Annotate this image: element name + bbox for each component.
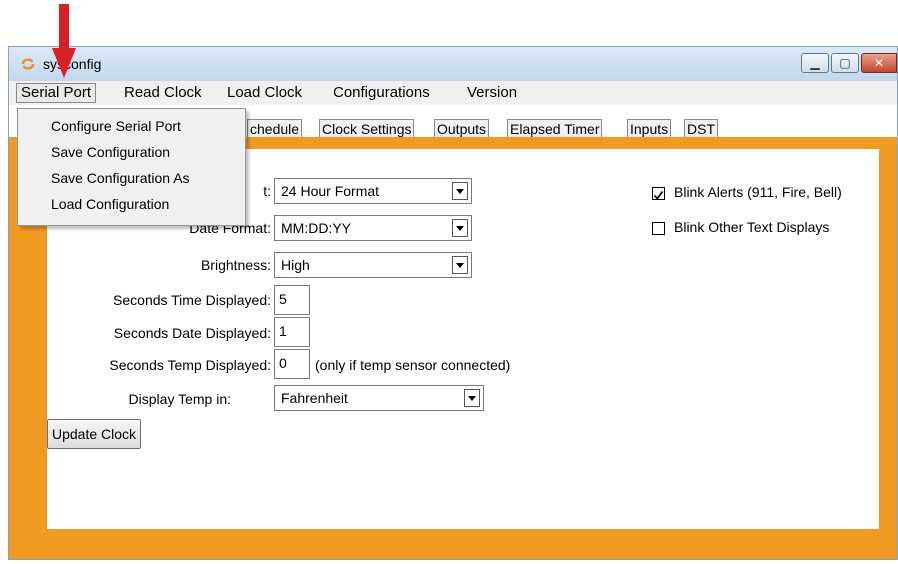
brightness-value: High — [281, 257, 310, 273]
tab-schedule[interactable]: chedule — [247, 119, 303, 138]
minimize-button[interactable]: ▁ — [801, 53, 829, 73]
app-logo-icon — [21, 58, 35, 70]
chevron-down-icon[interactable] — [452, 219, 468, 237]
checkmark-icon — [653, 190, 664, 200]
tab-inputs[interactable]: Inputs — [627, 119, 672, 138]
menu-load-clock[interactable]: Load Clock — [223, 84, 306, 102]
menu-configurations[interactable]: Configurations — [329, 84, 434, 102]
seconds-temp-value: 0 — [279, 355, 287, 371]
menu-bar: Serial Port Read Clock Load Clock Config… — [9, 81, 897, 106]
update-clock-button[interactable]: Update Clock — [47, 419, 142, 449]
menu-serial-port[interactable]: Serial Port — [16, 83, 97, 103]
menu-item-save-configuration-as[interactable]: Save Configuration As — [51, 170, 190, 186]
time-format-value: 24 Hour Format — [281, 183, 380, 199]
tab-outputs[interactable]: Outputs — [434, 119, 490, 138]
date-format-select[interactable]: MM:DD:YY — [274, 215, 472, 241]
date-format-value: MM:DD:YY — [281, 220, 351, 236]
title-bar[interactable]: sysconfig ▁ ▢ ✕ — [9, 47, 897, 81]
chevron-down-icon[interactable] — [464, 389, 480, 407]
blink-other-text-checkbox[interactable] — [652, 222, 665, 235]
blink-other-text-label: Blink Other Text Displays — [674, 219, 830, 235]
tab-elapsed-timer[interactable]: Elapsed Timer — [507, 119, 603, 138]
serial-port-menu: Configure Serial Port Save Configuration… — [17, 108, 246, 226]
maximize-icon: ▢ — [839, 56, 851, 70]
tab-dst[interactable]: DST — [684, 119, 718, 138]
close-icon: ✕ — [873, 56, 885, 70]
menu-item-configure-serial-port[interactable]: Configure Serial Port — [51, 118, 181, 134]
tab-clock-settings[interactable]: Clock Settings — [319, 119, 415, 138]
chevron-down-icon[interactable] — [452, 256, 468, 274]
menu-item-save-configuration[interactable]: Save Configuration — [51, 144, 170, 160]
blink-alerts-checkbox[interactable] — [652, 187, 665, 200]
time-format-select[interactable]: 24 Hour Format — [274, 178, 472, 204]
time-format-label: t: — [263, 183, 271, 199]
maximize-button[interactable]: ▢ — [831, 53, 859, 73]
seconds-date-label: Seconds Date Displayed: — [113, 325, 271, 341]
seconds-time-label: Seconds Time Displayed: — [113, 292, 271, 308]
close-button[interactable]: ✕ — [861, 53, 897, 73]
seconds-date-input[interactable]: 1 — [274, 317, 310, 347]
temp-sensor-hint: (only if temp sensor connected) — [315, 357, 511, 373]
seconds-time-input[interactable]: 5 — [274, 285, 310, 315]
seconds-temp-label: Seconds Temp Displayed: — [109, 357, 271, 373]
blink-alerts-label: Blink Alerts (911, Fire, Bell) — [674, 184, 842, 200]
window-controls: ▁ ▢ ✕ — [801, 53, 897, 75]
seconds-temp-input[interactable]: 0 — [274, 349, 310, 379]
temp-unit-select[interactable]: Fahrenheit — [274, 385, 484, 411]
chevron-down-icon[interactable] — [452, 182, 468, 200]
seconds-time-value: 5 — [279, 291, 287, 307]
minimize-icon: ▁ — [810, 56, 820, 70]
brightness-select[interactable]: High — [274, 252, 472, 278]
annotation-arrow-icon — [52, 4, 76, 78]
menu-item-load-configuration[interactable]: Load Configuration — [51, 196, 169, 212]
temp-unit-label: Display Temp in: — [128, 391, 231, 407]
menu-version[interactable]: Version — [463, 84, 521, 102]
brightness-label: Brightness: — [200, 257, 271, 273]
temp-unit-value: Fahrenheit — [281, 390, 348, 406]
seconds-date-value: 1 — [279, 323, 287, 339]
menu-read-clock[interactable]: Read Clock — [120, 84, 206, 102]
